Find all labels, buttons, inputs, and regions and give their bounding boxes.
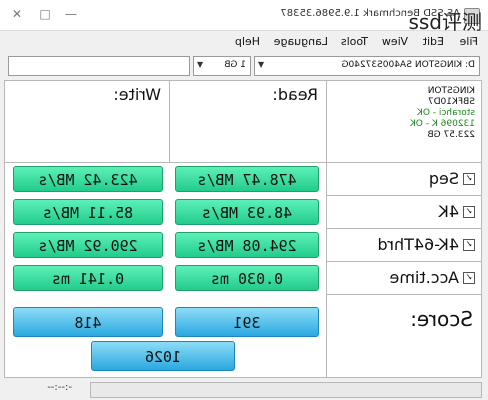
- seq-label: Seq: [428, 169, 459, 188]
- chevron-down-icon: ▼: [258, 60, 265, 69]
- progress-bar: [90, 382, 482, 398]
- drive-select-value: D: KINGSTON SA400S37240G: [341, 60, 475, 70]
- status-bar: -:--:--: [0, 378, 488, 400]
- 4k-64thrd-read-result: 294.08 MB/s: [175, 232, 319, 258]
- seq-read-result: 478.47 MB/s: [175, 166, 319, 192]
- row-4k: ✓ 4K: [326, 196, 481, 229]
- driver-status: storahci - OK: [416, 108, 475, 118]
- menu-language[interactable]: Language: [274, 35, 328, 48]
- acc-time-read-result: 0.030 ms: [175, 265, 319, 291]
- read-header: Read:: [169, 81, 326, 163]
- results-panel: KINGSTON SBFK10D7 storahci - OK 132096 K…: [4, 80, 482, 378]
- 4k-write-result: 85.11 MB/s: [13, 199, 163, 225]
- drive-vendor: KINGSTON: [427, 86, 475, 96]
- test-size-select[interactable]: 1 GB ▼: [193, 56, 251, 76]
- write-header: Write:: [5, 81, 169, 163]
- watermark-text: ssd评测: [408, 10, 482, 34]
- seq-checkbox[interactable]: ✓: [463, 173, 475, 185]
- maximize-button[interactable]: □: [36, 5, 54, 23]
- menu-view[interactable]: View: [382, 35, 408, 48]
- acc-time-checkbox[interactable]: ✓: [463, 272, 475, 284]
- minimize-button[interactable]: —: [62, 5, 80, 23]
- menu-edit[interactable]: Edit: [423, 35, 444, 48]
- test-size-value: 1 GB: [224, 60, 246, 70]
- row-4k-64thrd: ✓ 4K-64Thrd: [326, 229, 481, 262]
- drive-capacity: 223.57 GB: [427, 130, 475, 140]
- 4k-64thrd-write-result: 290.92 MB/s: [13, 232, 163, 258]
- 4k-read-result: 48.93 MB/s: [175, 199, 319, 225]
- chevron-down-icon: ▼: [197, 60, 204, 69]
- row-acc-time: ✓ Acc.time: [326, 262, 481, 295]
- write-score: 418: [13, 307, 163, 337]
- score-row: Score:: [326, 295, 481, 377]
- 4k-label: 4K: [438, 202, 459, 221]
- drive-firmware: SBFK10D7: [427, 97, 475, 107]
- total-score: 1026: [91, 341, 235, 371]
- menu-help[interactable]: Help: [235, 35, 260, 48]
- 4k-64thrd-checkbox[interactable]: ✓: [463, 239, 475, 251]
- benchmark-window: AS SSD Benchmark 1.9.5986.35387 — □ ✕ Fi…: [0, 0, 488, 400]
- 4k-64thrd-label: 4K-64Thrd: [377, 235, 460, 254]
- elapsed-time: -:--:--: [47, 382, 72, 393]
- search-input[interactable]: [8, 56, 190, 76]
- score-label: Score:: [410, 307, 473, 331]
- read-score: 391: [175, 307, 319, 337]
- close-button[interactable]: ✕: [8, 5, 26, 23]
- row-seq: ✓ Seq: [326, 163, 481, 196]
- seq-write-result: 423.42 MB/s: [13, 166, 163, 192]
- alignment-status: 132096 K - OK: [409, 119, 475, 129]
- acc-time-write-result: 0.141 ms: [13, 265, 163, 291]
- menu-file[interactable]: File: [460, 35, 478, 48]
- drive-select[interactable]: D: KINGSTON SA400S37240G ▼: [254, 56, 480, 76]
- acc-time-label: Acc.time: [389, 268, 460, 287]
- menu-tools[interactable]: Tools: [341, 35, 368, 48]
- drive-info: KINGSTON SBFK10D7 storahci - OK 132096 K…: [326, 81, 481, 163]
- 4k-checkbox[interactable]: ✓: [463, 206, 475, 218]
- toolbar: D: KINGSTON SA400S37240G ▼ 1 GB ▼: [0, 52, 488, 78]
